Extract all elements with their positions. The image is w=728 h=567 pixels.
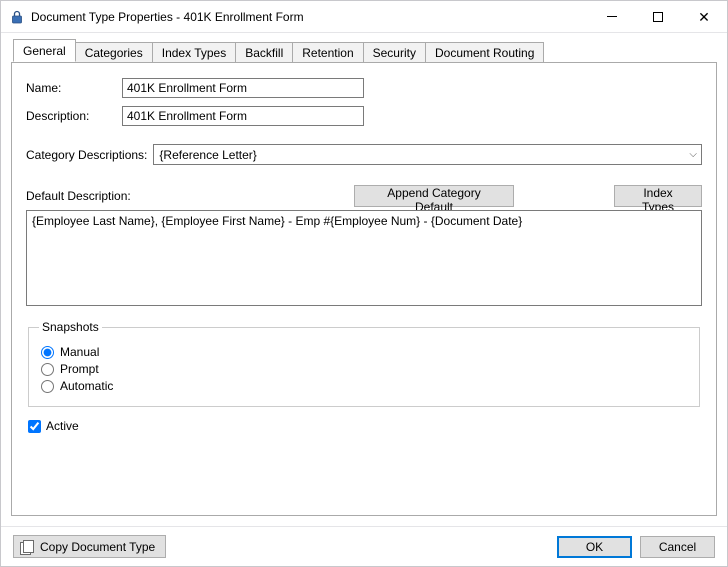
cancel-button[interactable]: Cancel	[640, 536, 715, 558]
tab-strip: General Categories Index Types Backfill …	[11, 40, 717, 62]
snapshots-legend: Snapshots	[39, 320, 102, 334]
description-label: Description:	[26, 109, 122, 123]
index-types-button[interactable]: Index Types	[614, 185, 702, 207]
copy-button-label: Copy Document Type	[40, 540, 155, 554]
default-description-textarea[interactable]	[26, 210, 702, 306]
name-input[interactable]	[122, 78, 364, 98]
category-descriptions-value: {Reference Letter}	[159, 148, 256, 162]
snapshot-manual-label[interactable]: Manual	[60, 345, 99, 359]
tab-backfill[interactable]: Backfill	[235, 42, 293, 63]
tab-security[interactable]: Security	[363, 42, 426, 63]
description-input[interactable]	[122, 106, 364, 126]
active-checkbox[interactable]	[28, 420, 41, 433]
close-icon: ✕	[698, 10, 710, 24]
copy-document-type-button[interactable]: Copy Document Type	[13, 535, 166, 558]
minimize-button[interactable]	[589, 1, 635, 32]
tab-general[interactable]: General	[13, 39, 76, 62]
tab-retention[interactable]: Retention	[292, 42, 363, 63]
snapshot-prompt-radio[interactable]	[41, 363, 54, 376]
snapshots-group: Snapshots Manual Prompt Automatic	[28, 320, 700, 407]
append-category-default-button[interactable]: Append Category Default	[354, 185, 514, 207]
copy-icon	[20, 540, 34, 554]
chevron-down-icon: ⌵	[689, 149, 697, 160]
minimize-icon	[607, 16, 617, 17]
dialog-window: Document Type Properties - 401K Enrollme…	[0, 0, 728, 567]
snapshot-automatic-label[interactable]: Automatic	[60, 379, 113, 393]
snapshot-manual-radio[interactable]	[41, 346, 54, 359]
ok-button[interactable]: OK	[557, 536, 632, 558]
tab-index-types[interactable]: Index Types	[152, 42, 237, 63]
title-bar: Document Type Properties - 401K Enrollme…	[1, 1, 727, 33]
window-title: Document Type Properties - 401K Enrollme…	[31, 10, 304, 24]
tab-document-routing[interactable]: Document Routing	[425, 42, 544, 63]
lock-icon	[9, 9, 25, 25]
snapshot-automatic-radio[interactable]	[41, 380, 54, 393]
active-label[interactable]: Active	[46, 419, 79, 433]
tab-categories[interactable]: Categories	[75, 42, 153, 63]
snapshot-prompt-label[interactable]: Prompt	[60, 362, 99, 376]
general-panel: Name: Description: Category Descriptions…	[11, 62, 717, 516]
name-label: Name:	[26, 81, 122, 95]
default-description-label: Default Description:	[26, 189, 131, 203]
category-descriptions-select[interactable]: {Reference Letter} ⌵	[153, 144, 702, 165]
maximize-icon	[653, 12, 663, 22]
dialog-footer: Copy Document Type OK Cancel	[1, 526, 727, 566]
maximize-button[interactable]	[635, 1, 681, 32]
category-descriptions-label: Category Descriptions:	[26, 148, 147, 162]
content-area: General Categories Index Types Backfill …	[1, 33, 727, 526]
close-button[interactable]: ✕	[681, 1, 727, 32]
